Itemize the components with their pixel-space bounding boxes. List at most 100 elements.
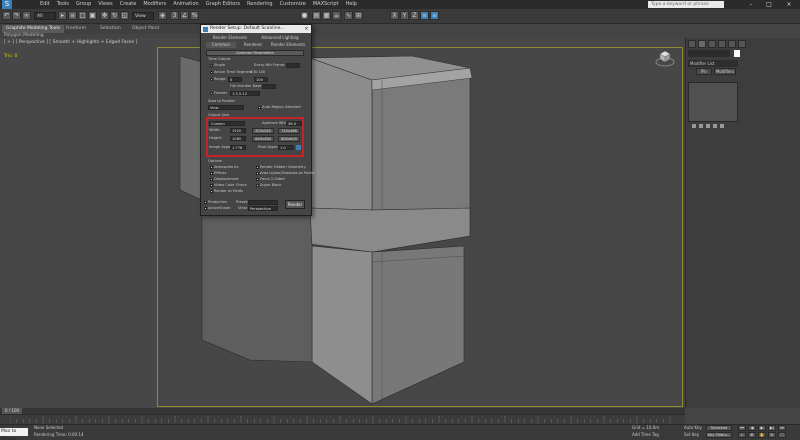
tab-render-elements[interactable]: Render Elements [270,42,306,48]
pin-icon[interactable] [692,124,696,128]
render-to-fields-checkbox[interactable] [210,190,213,193]
tab-common[interactable]: Common [206,42,236,48]
maximize-icon[interactable]: □ [762,0,776,9]
menu-item-rendering[interactable]: Rendering [247,0,273,9]
create-tab-icon[interactable] [688,40,696,48]
redo-icon[interactable]: ↷ [12,11,21,20]
move-icon[interactable]: ✥ [100,11,109,20]
axis-x-icon[interactable]: X [390,11,399,20]
play-icon[interactable]: ▶ [758,425,766,431]
menu-item-edit[interactable]: Edit [40,0,50,9]
frames-radio[interactable] [210,92,213,95]
viewport-label[interactable]: [ + ] [ Perspective ] [ Smooth + Highlig… [4,40,137,45]
zoom-all-icon[interactable]: ⊕ [748,432,756,438]
axis-z-icon[interactable]: Z [410,11,419,20]
video-color-check-checkbox[interactable] [210,184,213,187]
app-logo-icon[interactable]: S [2,0,12,9]
render-hidden-checkbox[interactable] [256,166,259,169]
display-tab-icon[interactable] [728,40,736,48]
range-radio[interactable] [210,78,213,81]
dialog-title[interactable]: Render Setup: Default Scanline... [201,25,311,33]
menu-item-group[interactable]: Group [76,0,91,9]
tab-advanced-lighting[interactable]: Advanced Lighting [256,35,304,41]
search-input[interactable]: Type a keyword or phrase [648,1,724,8]
rotate-icon[interactable]: ↻ [110,11,119,20]
menu-item-tools[interactable]: Tools [57,0,69,9]
render-icon[interactable]: ☕ [332,11,341,20]
activeshade-radio[interactable] [204,207,207,210]
link-icon[interactable]: ∞ [22,11,31,20]
utilities-tab-icon[interactable] [738,40,746,48]
every-nth-field[interactable] [286,63,300,68]
angle-snap-icon[interactable]: ∠ [180,11,189,20]
pin-stack-button[interactable]: Pin [696,68,712,75]
object-name-field[interactable] [688,50,730,57]
displacement-checkbox[interactable] [210,178,213,181]
previous-frame-icon[interactable]: ◀ [748,425,756,431]
axis-y-icon[interactable]: Y [400,11,409,20]
preset-select[interactable] [248,200,278,205]
configure-sets-icon[interactable] [720,124,724,128]
set-key-label[interactable]: Set Key [684,432,699,437]
maxscript-listener-input[interactable]: Max to Physca [0,428,28,440]
tab-freeform[interactable]: Freeform [62,25,90,33]
modifier-sets-button[interactable]: Modifiers [714,68,736,75]
key-filters-button[interactable]: Key Filters... [706,432,732,438]
axis-xy-active-icon[interactable]: ≡ [430,11,439,20]
dialog-close-button[interactable]: × [302,25,311,33]
super-black-checkbox[interactable] [256,184,259,187]
axis-xy-icon[interactable]: ≡ [420,11,429,20]
auto-key-label[interactable]: Auto Key [684,425,702,430]
snap-icon[interactable]: 3 [170,11,179,20]
next-frame-icon[interactable]: ▶| [768,425,776,431]
production-radio[interactable] [204,201,207,204]
scale-icon[interactable]: ◱ [120,11,129,20]
zoom-icon[interactable]: ⌕ [738,432,746,438]
auto-key-select[interactable]: Selected [706,425,732,431]
range-to-field[interactable]: 100 [254,77,268,82]
menu-item-customize[interactable]: Customize [280,0,306,9]
select-by-name-icon[interactable]: ≡ [68,11,77,20]
select-object-icon[interactable]: ▸ [58,11,67,20]
area-lights-checkbox[interactable] [256,172,259,175]
go-to-end-icon[interactable]: ⏭ [778,425,786,431]
curve-editor-icon[interactable]: ∿ [344,11,353,20]
tab-object-paint[interactable]: Object Paint [128,25,163,33]
modify-tab-icon[interactable] [698,40,706,48]
undo-icon[interactable]: ↶ [2,11,11,20]
frames-field[interactable]: 1,3,5-12 [230,91,260,96]
atmospherics-checkbox[interactable] [210,166,213,169]
tab-renderer[interactable]: Renderer [238,42,268,48]
selection-filter-select[interactable]: All [34,12,56,20]
show-end-result-icon[interactable] [699,124,703,128]
file-number-base-field[interactable] [262,84,276,89]
single-radio[interactable] [210,64,213,67]
menu-item-animation[interactable]: Animation [173,0,199,9]
menu-item-create[interactable]: Create [120,0,137,9]
percent-snap-icon[interactable]: % [190,11,199,20]
menu-item-views[interactable]: Views [98,0,112,9]
active-segment-radio[interactable] [210,71,213,74]
rect-selection-icon[interactable]: □ [78,11,87,20]
render-setup-icon[interactable]: ▤ [312,11,321,20]
close-icon[interactable]: × [782,0,796,9]
add-time-tag[interactable]: Add Time Tag [632,432,659,437]
menu-item-modifiers[interactable]: Modifiers [143,0,166,9]
pan-icon[interactable]: ✋ [758,432,766,438]
reference-coordinate-select[interactable]: View [132,12,154,20]
maximize-viewport-icon[interactable]: ⛶ [778,432,786,438]
modifier-stack[interactable] [688,82,738,122]
menu-item-maxscript[interactable]: MAXScript [313,0,339,9]
area-to-render-select[interactable]: View [208,105,244,110]
view-select[interactable]: Perspective [248,206,278,211]
hierarchy-tab-icon[interactable] [708,40,716,48]
menu-item-graph-editors[interactable]: Graph Editors [206,0,240,9]
pivot-icon[interactable]: ◈ [158,11,167,20]
motion-tab-icon[interactable] [718,40,726,48]
tab-selection[interactable]: Selection [96,25,125,33]
make-unique-icon[interactable] [706,124,710,128]
remove-modifier-icon[interactable] [713,124,717,128]
material-editor-icon[interactable]: ● [300,11,309,20]
tab-render-elements-top[interactable]: Render Elements [206,35,254,41]
orbit-icon[interactable]: ↻ [768,432,776,438]
